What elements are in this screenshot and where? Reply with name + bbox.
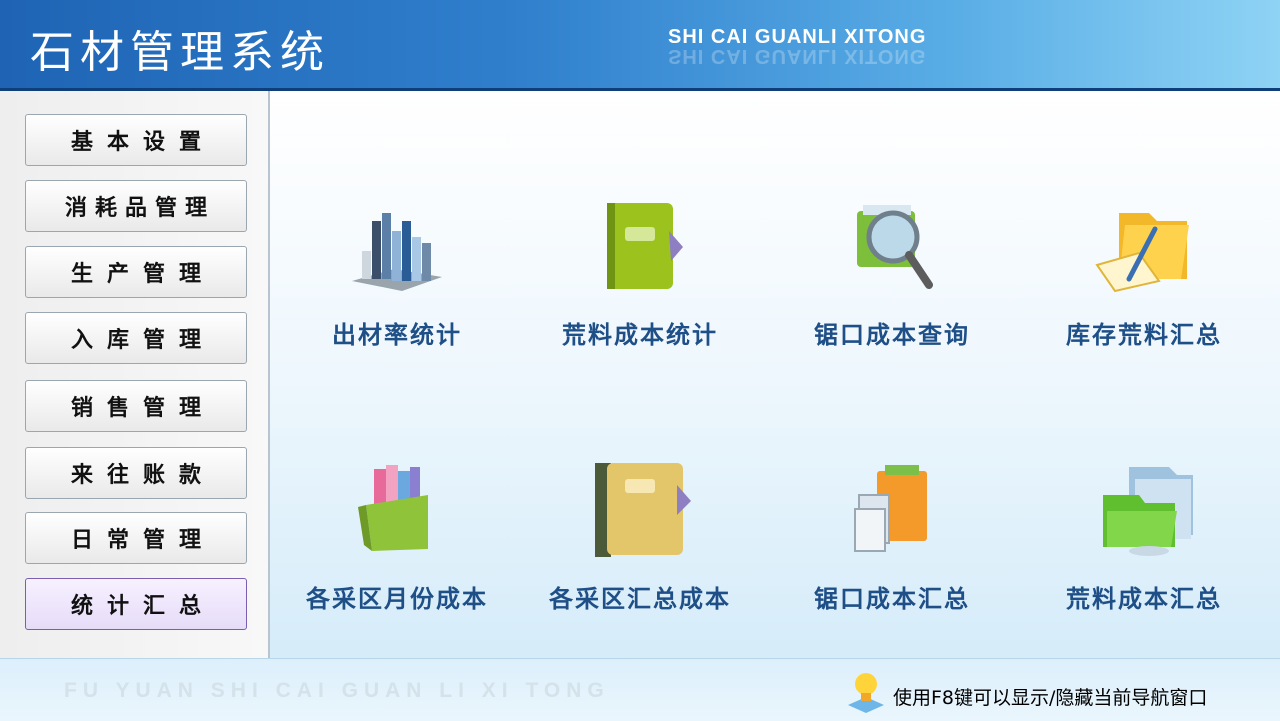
tile-block-cost-statistics[interactable]: 荒料成本统计	[530, 191, 750, 350]
nav-button-inbound[interactable]: 入库管理	[25, 312, 247, 364]
main-panel: 出材率统计 荒料成本统计 锯口成本查询 库存荒料汇总 各采区月份成本 各采区汇总…	[270, 91, 1280, 658]
footer-brand: FU YUAN SHI CAI GUAN LI XI TONG	[64, 679, 610, 702]
nav-button-sales[interactable]: 销售管理	[25, 380, 247, 432]
magnifier-icon	[857, 205, 933, 289]
tile-stock-block-summary[interactable]: 库存荒料汇总	[1034, 191, 1254, 350]
nav-button-statistics[interactable]: 统计汇总	[25, 578, 247, 630]
nav-button-accounts[interactable]: 来往账款	[25, 447, 247, 499]
tile-label: 荒料成本汇总	[1066, 585, 1222, 613]
nav-button-consumables[interactable]: 消耗品管理	[25, 180, 247, 232]
documents-icon	[854, 465, 927, 552]
tile-area-summary-cost[interactable]: 各采区汇总成本	[530, 455, 750, 614]
app-subtitle-reflection: SHI CAI GUANLI XITONG	[668, 45, 927, 67]
tile-label: 库存荒料汇总	[1066, 321, 1222, 349]
sidebar-nav: 基本设置 消耗品管理 生产管理 入库管理 销售管理 来往账款 日常管理 统计汇总	[0, 91, 270, 658]
tile-label: 各采区月份成本	[306, 585, 488, 613]
tile-label: 锯口成本汇总	[814, 585, 970, 613]
lightbulb-icon	[848, 673, 884, 713]
tile-saw-cost-query[interactable]: 锯口成本查询	[782, 191, 1002, 350]
footer-bar: FU YUAN SHI CAI GUAN LI XI TONG 使用F8键可以显…	[0, 658, 1280, 721]
footer-tip: 使用F8键可以显示/隐藏当前导航窗口	[893, 687, 1208, 709]
green-folder-icon	[1103, 467, 1193, 556]
tile-label: 锯口成本查询	[814, 321, 970, 349]
tile-saw-cost-summary[interactable]: 锯口成本汇总	[782, 455, 1002, 614]
nav-button-daily[interactable]: 日常管理	[25, 512, 247, 564]
app-header: 石材管理系统 SHI CAI GUANLI XITONG SHI CAI GUA…	[0, 0, 1280, 88]
folder-pen-icon	[1095, 213, 1189, 293]
tile-label: 出材率统计	[332, 321, 462, 349]
bar-chart-icon	[352, 213, 442, 291]
tile-label: 荒料成本统计	[562, 321, 718, 349]
nav-button-basic-settings[interactable]: 基本设置	[25, 114, 247, 166]
nav-button-production[interactable]: 生产管理	[25, 246, 247, 298]
tile-block-cost-summary[interactable]: 荒料成本汇总	[1034, 455, 1254, 614]
tile-area-monthly-cost[interactable]: 各采区月份成本	[287, 455, 507, 614]
green-book-icon	[607, 203, 683, 289]
binder-box-icon	[358, 465, 428, 551]
app-title: 石材管理系统	[30, 27, 330, 78]
tile-label: 各采区汇总成本	[549, 585, 731, 613]
tile-yield-statistics[interactable]: 出材率统计	[287, 191, 507, 350]
yellow-book-icon	[595, 463, 691, 557]
